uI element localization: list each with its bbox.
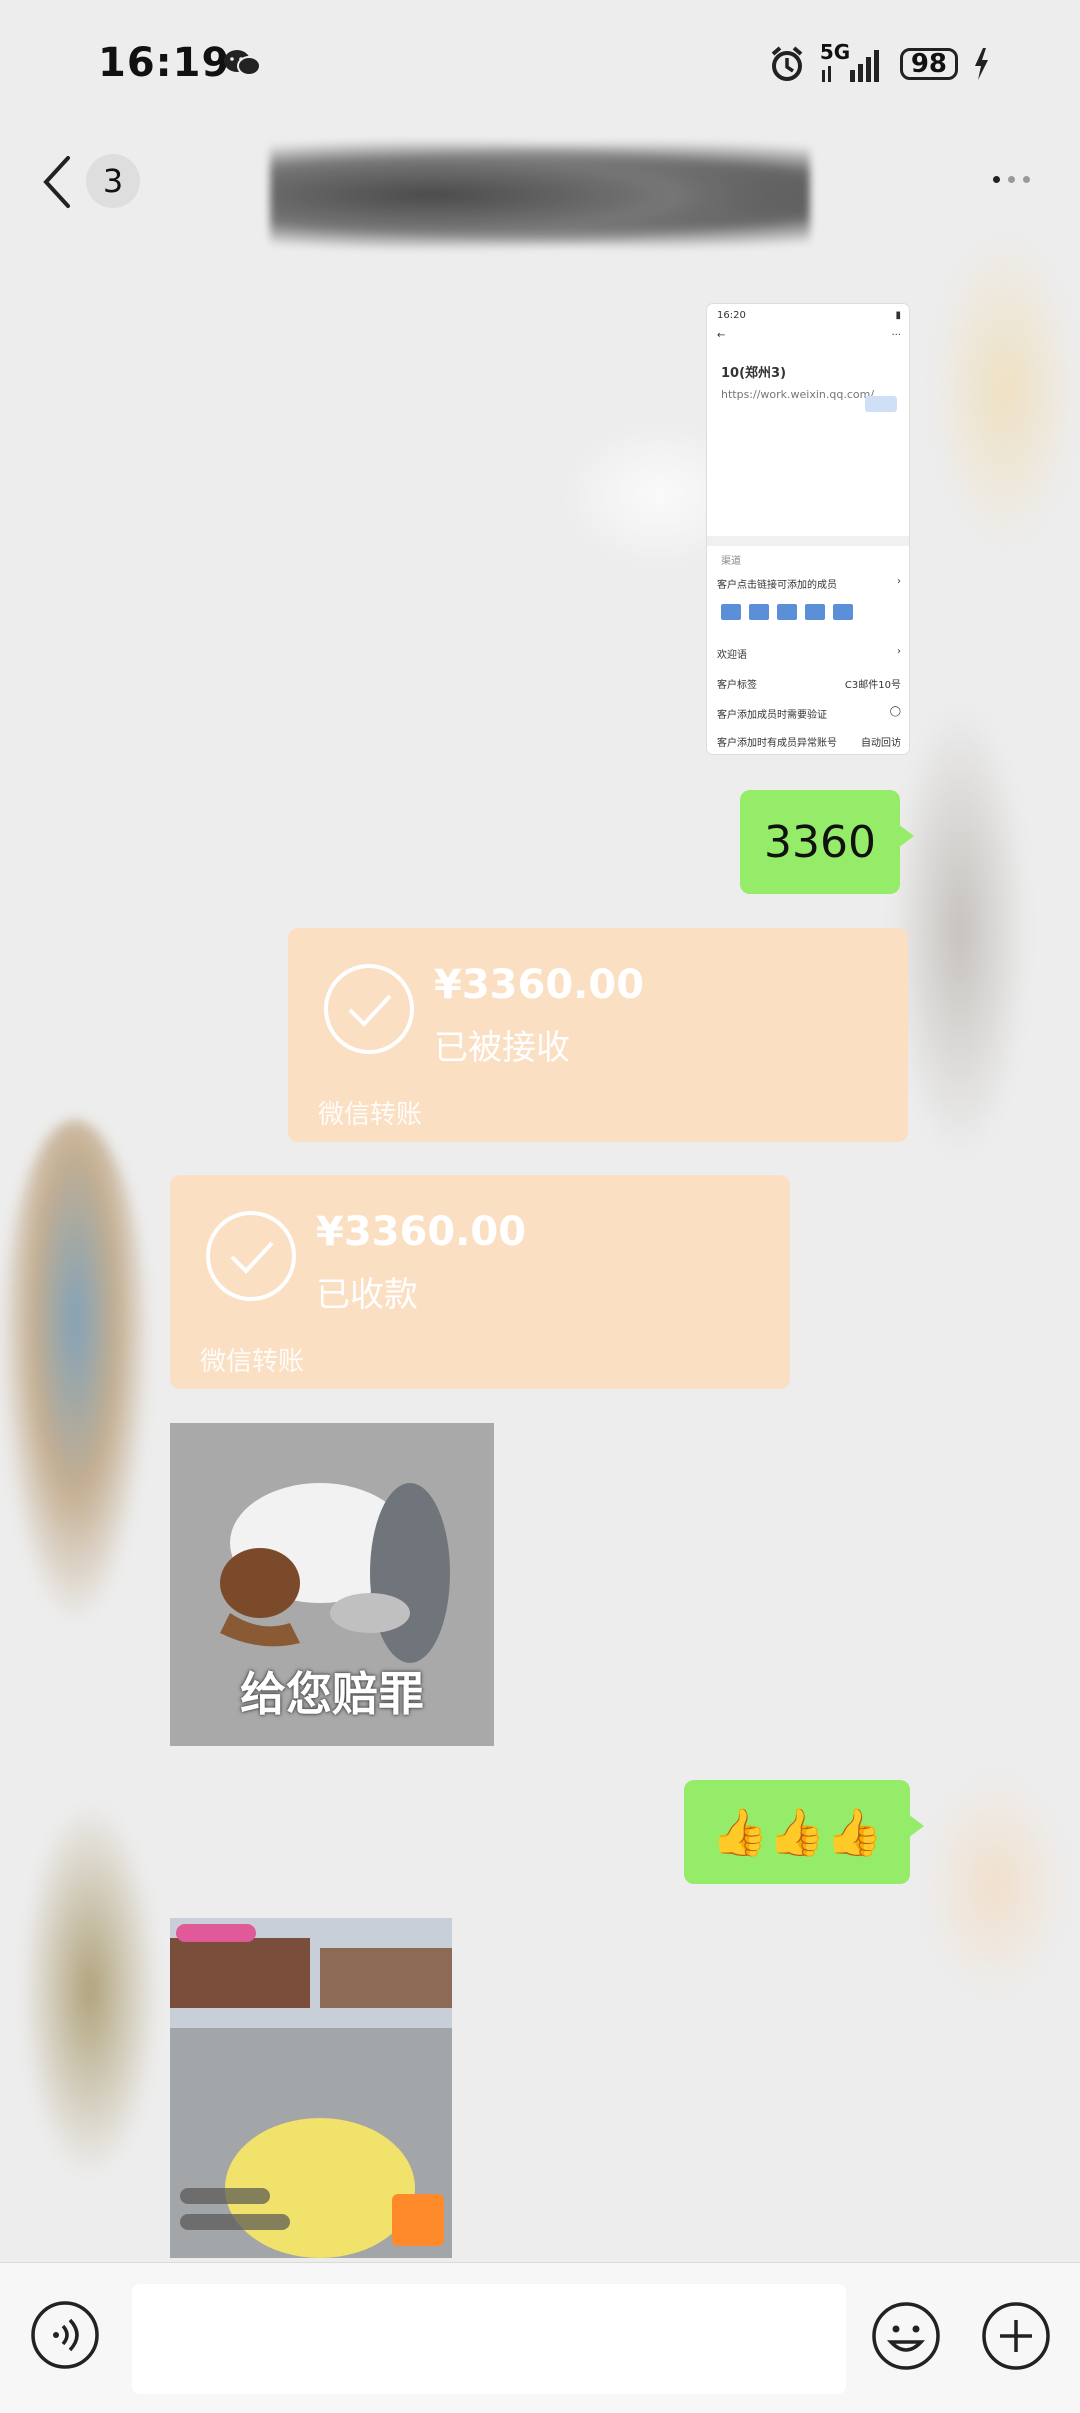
alarm-icon <box>771 46 803 81</box>
avatar-redacted <box>890 700 1030 1160</box>
battery-level: 98 <box>910 49 947 79</box>
sent-text: 3360 <box>764 816 876 868</box>
thumb-row-label: 欢迎语 <box>717 650 747 661</box>
thumb-copy-button <box>865 396 897 412</box>
avatar-redacted <box>0 1120 150 1620</box>
thumb-url: https://work.weixin.qq.com/... <box>721 388 885 401</box>
transfer-footer: 微信转账 <box>318 1100 423 1130</box>
check-circle-icon <box>206 1211 296 1301</box>
thumbs-up-bubble[interactable]: 👍👍👍 <box>684 1780 924 1884</box>
transfer-amount: ¥3360.00 <box>434 962 645 1008</box>
back-button[interactable] <box>40 152 74 212</box>
transfer-received-bubble[interactable]: ¥3360.00 已被接收 微信转账 <box>288 928 908 1142</box>
video-message-thumbnail[interactable] <box>170 1918 452 2258</box>
transfer-status: 已收款 <box>316 1275 418 1315</box>
thumb-row-label: 客户点击链接可添加的成员 <box>717 580 837 591</box>
sticker-message[interactable]: 给您赔罪 <box>170 1423 494 1746</box>
transfer-status: 已被接收 <box>434 1028 570 1068</box>
avatar-redacted <box>20 1800 160 2180</box>
plus-icon[interactable] <box>980 2300 1052 2372</box>
status-time: 16:19 <box>98 40 231 86</box>
unread-count-badge[interactable]: 3 <box>86 154 140 208</box>
charging-icon <box>975 48 988 80</box>
sticker-caption: 给您赔罪 <box>240 1667 424 1721</box>
message-input[interactable] <box>132 2284 846 2394</box>
more-dots-icon[interactable] <box>993 176 1030 183</box>
battery-indicator: 98 <box>899 48 958 80</box>
thumb-row: 客户标签 C3邮件10号 <box>717 676 901 691</box>
thumb-row: 客户添加成员时需要验证 ◯ <box>717 706 901 721</box>
transfer-amount: ¥3360.00 <box>316 1209 527 1255</box>
thumb-status-row: 16:20 ▮ <box>717 310 901 321</box>
sent-text-bubble[interactable]: 3360 <box>740 790 914 894</box>
thumb-back-icon: ← <box>717 330 726 341</box>
livestream-scene-image <box>170 1918 452 2258</box>
thumb-row-label: 客户标签 <box>717 680 757 691</box>
wechat-icon <box>224 50 261 76</box>
transfer-footer: 微信转账 <box>200 1347 305 1377</box>
thumb-member-folders <box>721 604 853 620</box>
thumb-row: 客户点击链接可添加的成员 › <box>717 576 901 591</box>
thumb-row: 欢迎语 › <box>717 646 901 661</box>
thumb-more-icon: ··· <box>891 330 901 341</box>
thumb-title: 10(郑州3) <box>721 366 787 381</box>
chat-title-redacted <box>270 140 810 250</box>
thumb-row-label: 客户添加时有成员异常账号 <box>717 738 837 749</box>
thumb-row-value: 自动回访 <box>861 738 901 749</box>
thumb-nav: ← ··· <box>717 330 901 341</box>
transfer-collected-bubble[interactable]: ¥3360.00 已收款 微信转账 <box>170 1175 790 1389</box>
avatar-redacted <box>920 1770 1070 2000</box>
avatar-redacted <box>930 230 1080 550</box>
status-icons: 5G 98 <box>768 40 990 84</box>
thumbs-up-emoji: 👍👍👍 <box>711 1804 883 1859</box>
thumb-row-label: 客户添加成员时需要验证 <box>717 710 827 721</box>
thumb-section: 渠道 <box>721 556 741 567</box>
signal-icon: 5G <box>820 40 886 84</box>
emoji-icon[interactable] <box>870 2300 942 2372</box>
screenshot-image-message[interactable]: 16:20 ▮ ← ··· 10(郑州3) https://work.weixin… <box>707 304 909 754</box>
thumb-divider <box>707 536 909 546</box>
voice-icon[interactable] <box>30 2300 100 2370</box>
check-circle-icon <box>324 964 414 1054</box>
thumb-battery-icon: ▮ <box>895 310 901 321</box>
thumb-row: 客户添加时有成员异常账号 自动回访 <box>717 734 901 749</box>
thumb-time: 16:20 <box>717 310 746 321</box>
thumb-row-value: C3邮件10号 <box>844 680 901 691</box>
